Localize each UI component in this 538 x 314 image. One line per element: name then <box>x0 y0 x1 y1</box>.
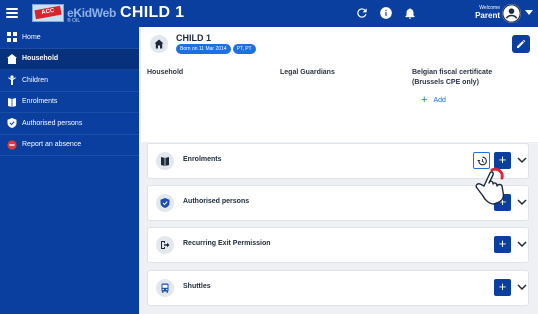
enrolment-icon <box>7 97 17 107</box>
add-exit-permission-button[interactable]: + <box>494 236 511 253</box>
sidebar-item-household[interactable]: Household <box>0 48 139 70</box>
add-label: Add <box>433 96 446 104</box>
birth-date-badge: Born on 11 Mar 2014 <box>176 44 231 54</box>
section-shuttles[interactable]: Shuttles + <box>147 270 529 306</box>
child-icon <box>7 75 17 86</box>
chevron-down-icon[interactable] <box>517 283 527 291</box>
sidebar-item-label: Children <box>22 76 49 84</box>
household-column-header: Household <box>147 69 184 76</box>
section-label: Recurring Exit Permission <box>183 240 271 247</box>
add-shuttle-button[interactable]: + <box>494 279 511 296</box>
chevron-down-icon[interactable] <box>525 10 533 16</box>
sidebar-item-label: Home <box>22 33 41 41</box>
section-label: Authorised persons <box>183 198 250 205</box>
household-icon <box>7 53 17 64</box>
history-icon <box>476 156 487 165</box>
edit-button[interactable] <box>512 35 530 53</box>
ekidweb-logo[interactable]: ACC eKidWeb ® OIL <box>27 2 116 25</box>
sidebar-item-label: Report an absence <box>22 141 82 149</box>
hand-pointer-icon <box>475 167 505 205</box>
legal-guardians-column-header: Legal Guardians <box>280 69 335 76</box>
sidebar-item-label: Authorised persons <box>22 119 83 127</box>
top-app-bar: ACC eKidWeb ® OIL CHILD 1 Welcome Parent <box>0 0 538 27</box>
refresh-icon[interactable] <box>355 6 369 20</box>
sidebar-item-label: Enrolments <box>22 98 58 106</box>
menu-icon[interactable] <box>6 8 18 18</box>
enrolment-icon <box>156 152 174 170</box>
child-card: CHILD 1 Born on 11 Mar 2014 PT, PT House… <box>141 27 538 142</box>
welcome-block: Welcome Parent <box>462 5 500 21</box>
sidebar-item-children[interactable]: Children <box>0 70 139 92</box>
chevron-down-icon[interactable] <box>517 198 527 206</box>
sidebar-item-label: Household <box>22 55 59 63</box>
section-recurring-exit-permission[interactable]: Recurring Exit Permission + <box>147 227 529 263</box>
language-badge: PT, PT <box>232 44 256 54</box>
sidebar-item-enrolments[interactable]: Enrolments <box>0 92 139 113</box>
shield-icon <box>156 194 174 212</box>
sidebar-item-report-absence[interactable]: Report an absence <box>0 135 139 156</box>
bus-icon <box>156 279 174 297</box>
info-icon[interactable] <box>379 6 393 20</box>
account-circle-icon[interactable] <box>502 4 521 23</box>
exit-icon <box>156 236 174 254</box>
home-icon <box>7 32 17 43</box>
sidebar-item-home[interactable]: Home <box>0 27 139 49</box>
section-label: Shuttles <box>183 283 211 290</box>
pencil-icon <box>517 39 526 48</box>
section-label: Enrolments <box>183 156 222 163</box>
child-name: CHILD 1 <box>176 33 212 43</box>
sidebar-item-authorised-persons[interactable]: Authorised persons <box>0 113 139 135</box>
bell-icon[interactable] <box>403 6 417 20</box>
plus-icon: + <box>421 94 428 106</box>
fiscal-certificate-column-header: Belgian fiscal certificate (Brussels CPE… <box>412 69 493 86</box>
add-fiscal-certificate-link[interactable]: + Add <box>421 94 446 106</box>
chevron-down-icon[interactable] <box>517 240 527 248</box>
sidebar: Home Household Children Enrolments Autho… <box>0 27 139 314</box>
chevron-down-icon[interactable] <box>517 156 527 164</box>
absence-icon <box>7 140 17 150</box>
home-icon <box>150 35 168 53</box>
shield-icon <box>7 118 17 129</box>
user-name: Parent <box>475 11 500 20</box>
page-title: CHILD 1 <box>120 4 185 21</box>
